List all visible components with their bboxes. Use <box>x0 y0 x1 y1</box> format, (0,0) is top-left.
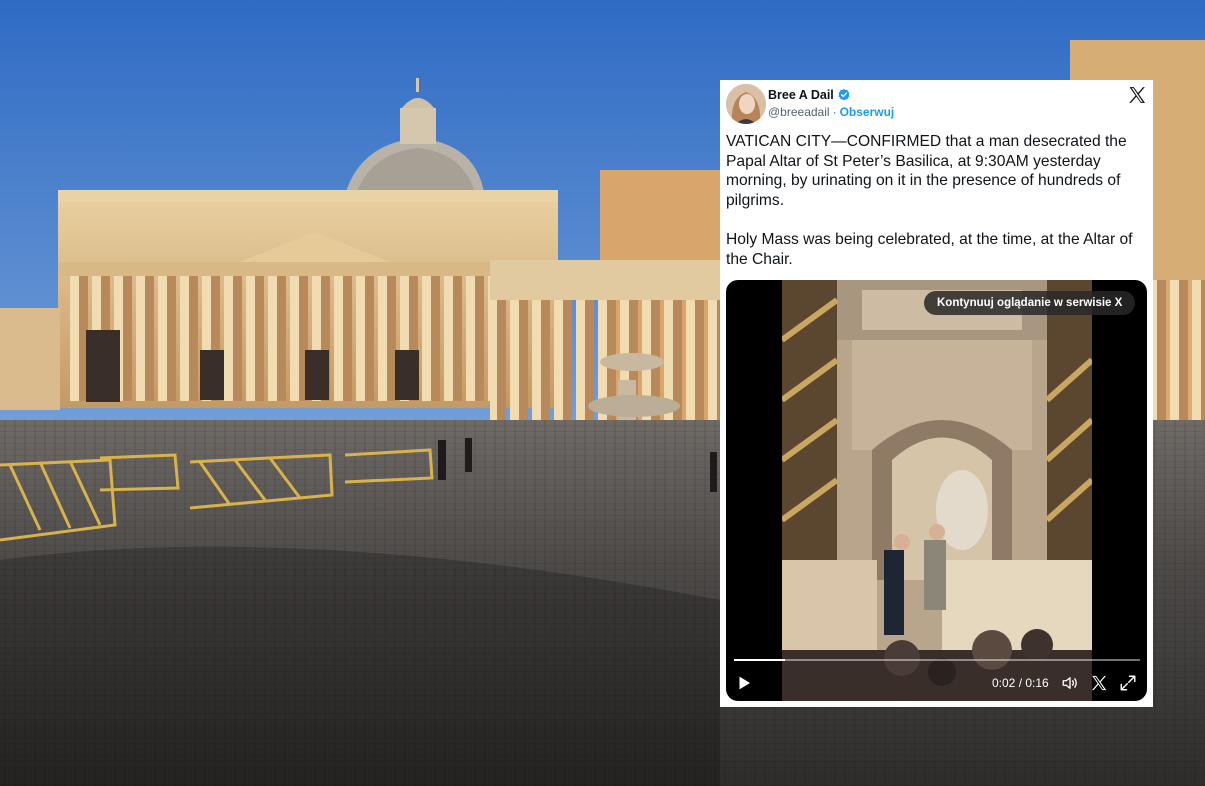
x-logo-icon[interactable] <box>1127 85 1147 105</box>
video-progress-fill <box>734 659 785 661</box>
author-name[interactable]: Bree A Dail <box>768 88 851 102</box>
author-handle-row: @breeadail · Obserwuj <box>768 105 894 119</box>
tweet-card: Bree A Dail @breeadail · Obserwuj VATICA… <box>720 80 1153 707</box>
play-icon[interactable] <box>735 674 753 692</box>
verified-badge-icon <box>838 88 850 101</box>
avatar-image <box>726 84 766 124</box>
continue-on-x-button[interactable]: Kontynuuj oglądanie w serwisie X <box>924 291 1136 315</box>
author-name-text: Bree A Dail <box>768 88 834 102</box>
follow-link[interactable]: Obserwuj <box>840 105 895 119</box>
separator-dot: · <box>832 105 837 119</box>
tweet-paragraph: VATICAN CITY—CONFIRMED that a man desecr… <box>726 133 1127 209</box>
video-time: 0:02 / 0:16 <box>992 676 1049 690</box>
video-frame <box>782 280 1092 701</box>
video-player[interactable]: Kontynuuj oglądanie w serwisie X 0:02 / … <box>726 280 1147 701</box>
continue-on-x-label: Kontynuuj oglądanie w serwisie X <box>937 297 1123 309</box>
avatar[interactable] <box>726 84 766 124</box>
x-logo-small-icon[interactable] <box>1090 674 1108 692</box>
video-progress-bar[interactable] <box>734 659 1140 661</box>
volume-icon[interactable] <box>1061 674 1079 692</box>
fullscreen-icon[interactable] <box>1119 674 1137 692</box>
tweet-text: VATICAN CITY—CONFIRMED that a man desecr… <box>726 132 1150 269</box>
tweet-paragraph: Holy Mass was being celebrated, at the t… <box>726 230 1133 268</box>
author-handle[interactable]: @breeadail <box>768 105 830 119</box>
